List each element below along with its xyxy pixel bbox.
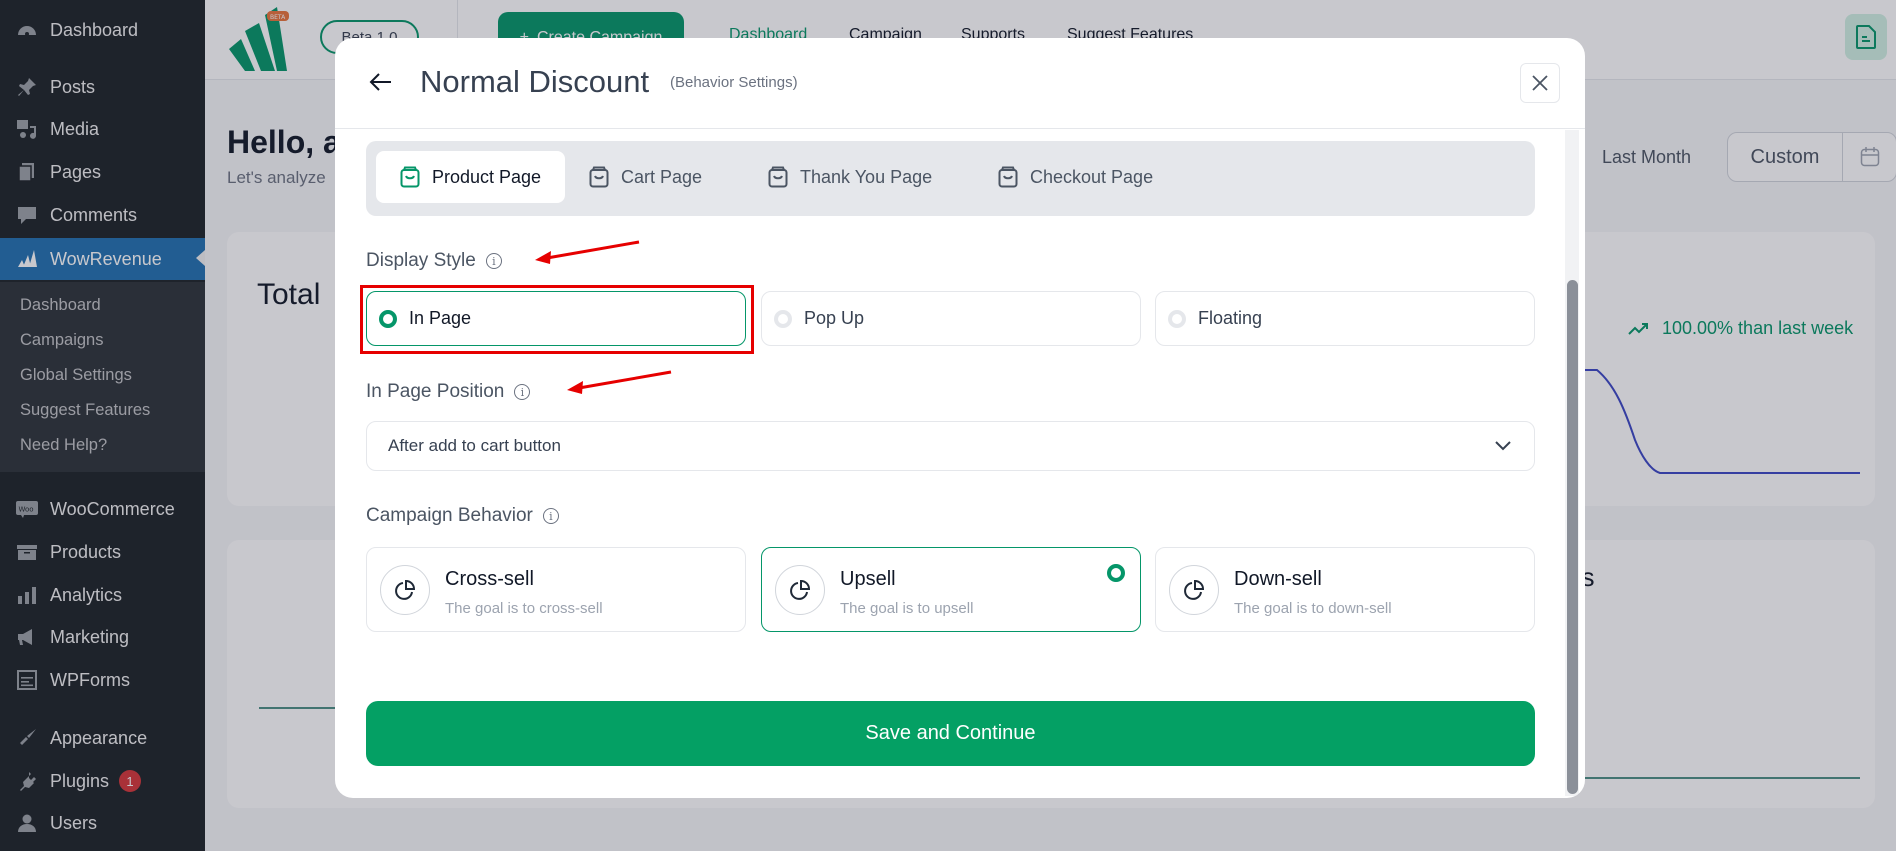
form-icon bbox=[14, 667, 40, 693]
sidebar-item-dashboard[interactable]: Dashboard bbox=[0, 10, 205, 50]
modal-header: Normal Discount (Behavior Settings) bbox=[335, 38, 1585, 129]
pie-chart-icon bbox=[775, 565, 825, 615]
paintbrush-icon bbox=[14, 725, 40, 751]
greeting-subtext: Let's analyze bbox=[227, 168, 326, 187]
back-button[interactable] bbox=[365, 66, 397, 98]
display-style-floating[interactable]: Floating bbox=[1155, 291, 1535, 346]
shopping-bag-icon bbox=[768, 166, 788, 188]
submenu-global-settings[interactable]: Global Settings bbox=[20, 366, 132, 385]
woo-icon: Woo bbox=[14, 496, 40, 522]
tab-cart-page[interactable]: Cart Page bbox=[565, 151, 726, 203]
modal-subtitle: (Behavior Settings) bbox=[670, 74, 798, 91]
shopping-bag-icon bbox=[589, 166, 609, 188]
custom-range-button[interactable]: Custom bbox=[1727, 132, 1896, 182]
annotation-arrow bbox=[535, 240, 640, 264]
chevron-down-icon bbox=[1495, 441, 1511, 451]
sidebar-item-wpforms[interactable]: WPForms bbox=[0, 660, 205, 700]
in-page-position-select[interactable]: After add to cart button bbox=[366, 421, 1535, 471]
info-icon[interactable]: i bbox=[514, 384, 531, 400]
sidebar-item-wowrevenue[interactable]: WowRevenue bbox=[0, 238, 205, 280]
behavior-down-sell[interactable]: Down-sell The goal is to down-sell bbox=[1155, 547, 1535, 632]
archive-box-icon bbox=[14, 539, 40, 565]
close-icon bbox=[1532, 75, 1548, 91]
wowrevenue-icon bbox=[14, 246, 40, 272]
sidebar-item-marketing[interactable]: Marketing bbox=[0, 617, 205, 657]
submenu-dashboard[interactable]: Dashboard bbox=[20, 296, 101, 315]
calendar-icon bbox=[1843, 133, 1896, 181]
modal-title: Normal Discount bbox=[420, 64, 650, 99]
campaign-behavior-label: Campaign Behavior i bbox=[366, 505, 559, 527]
documentation-button[interactable] bbox=[1845, 14, 1887, 60]
user-icon bbox=[14, 810, 40, 836]
close-button[interactable] bbox=[1520, 63, 1560, 103]
chart-baseline bbox=[1585, 777, 1860, 779]
card-title-total: Total bbox=[257, 278, 321, 311]
shopping-bag-icon bbox=[400, 166, 420, 188]
shopping-bag-icon bbox=[998, 166, 1018, 188]
sidebar-item-analytics[interactable]: Analytics bbox=[0, 575, 205, 615]
behavior-settings-modal: Normal Discount (Behavior Settings) Prod… bbox=[335, 38, 1585, 798]
submenu-suggest-features[interactable]: Suggest Features bbox=[20, 401, 150, 420]
pie-chart-icon bbox=[1169, 565, 1219, 615]
sidebar-item-plugins[interactable]: Plugins 1 bbox=[0, 761, 205, 801]
plugins-update-badge: 1 bbox=[119, 770, 142, 792]
sidebar-item-media[interactable]: Media bbox=[0, 109, 205, 149]
display-style-label: Display Style i bbox=[366, 250, 502, 272]
modal-scrollbar-thumb[interactable] bbox=[1567, 280, 1578, 794]
media-icon bbox=[14, 116, 40, 142]
comment-icon bbox=[14, 202, 40, 228]
in-page-position-label: In Page Position i bbox=[366, 381, 531, 403]
sidebar-item-pages[interactable]: Pages bbox=[0, 152, 205, 192]
info-icon[interactable]: i bbox=[485, 253, 502, 269]
wowrevenue-logo: BETA bbox=[227, 5, 291, 71]
radio-unselected bbox=[1168, 309, 1186, 328]
document-icon bbox=[1856, 25, 1876, 49]
dashboard-gauge-icon bbox=[14, 17, 40, 43]
tab-thank-you-page[interactable]: Thank You Page bbox=[744, 151, 956, 203]
sidebar-item-products[interactable]: Products bbox=[0, 532, 205, 572]
wowrevenue-submenu: Dashboard Campaigns Global Settings Sugg… bbox=[0, 282, 205, 472]
save-and-continue-button[interactable]: Save and Continue bbox=[366, 701, 1535, 766]
tab-product-page[interactable]: Product Page bbox=[376, 151, 566, 203]
radio-selected bbox=[1107, 564, 1125, 582]
submenu-need-help[interactable]: Need Help? bbox=[20, 436, 107, 455]
pages-icon bbox=[14, 159, 40, 185]
sidebar-item-posts[interactable]: Posts bbox=[0, 67, 205, 107]
info-icon[interactable]: i bbox=[542, 508, 559, 524]
bar-chart-icon bbox=[14, 582, 40, 608]
sidebar-item-appearance[interactable]: Appearance bbox=[0, 718, 205, 758]
plug-icon bbox=[14, 768, 40, 794]
sidebar-item-woocommerce[interactable]: Woo WooCommerce bbox=[0, 489, 205, 529]
arrow-left-icon bbox=[369, 73, 391, 91]
trend-line-chart bbox=[1585, 369, 1860, 474]
sidebar-item-users[interactable]: Users bbox=[0, 803, 205, 843]
page-tabs: Product Page Cart Page Thank You Page Ch… bbox=[366, 141, 1535, 216]
greeting-heading: Hello, a bbox=[227, 124, 341, 160]
range-last-month[interactable]: Last Month bbox=[1602, 147, 1691, 168]
radio-unselected bbox=[774, 309, 792, 328]
chart-baseline-left bbox=[259, 707, 339, 709]
annotation-highlight-box bbox=[360, 285, 754, 354]
behavior-cross-sell[interactable]: Cross-sell The goal is to cross-sell bbox=[366, 547, 746, 632]
annotation-arrow bbox=[567, 370, 672, 394]
display-style-pop-up[interactable]: Pop Up bbox=[761, 291, 1141, 346]
tab-checkout-page[interactable]: Checkout Page bbox=[974, 151, 1177, 203]
svg-text:BETA: BETA bbox=[270, 14, 286, 21]
svg-text:Woo: Woo bbox=[19, 506, 34, 514]
trending-up-icon bbox=[1628, 322, 1648, 335]
submenu-campaigns[interactable]: Campaigns bbox=[20, 331, 103, 350]
trend-indicator: 100.00% than last week bbox=[1628, 318, 1853, 339]
sidebar-item-comments[interactable]: Comments bbox=[0, 195, 205, 235]
pushpin-icon bbox=[14, 74, 40, 100]
behavior-upsell[interactable]: Upsell The goal is to upsell bbox=[761, 547, 1141, 632]
megaphone-icon bbox=[14, 624, 40, 650]
pie-chart-icon bbox=[380, 565, 430, 615]
wp-admin-sidebar: Dashboard Posts Media Pages Comments Wow… bbox=[0, 0, 205, 851]
